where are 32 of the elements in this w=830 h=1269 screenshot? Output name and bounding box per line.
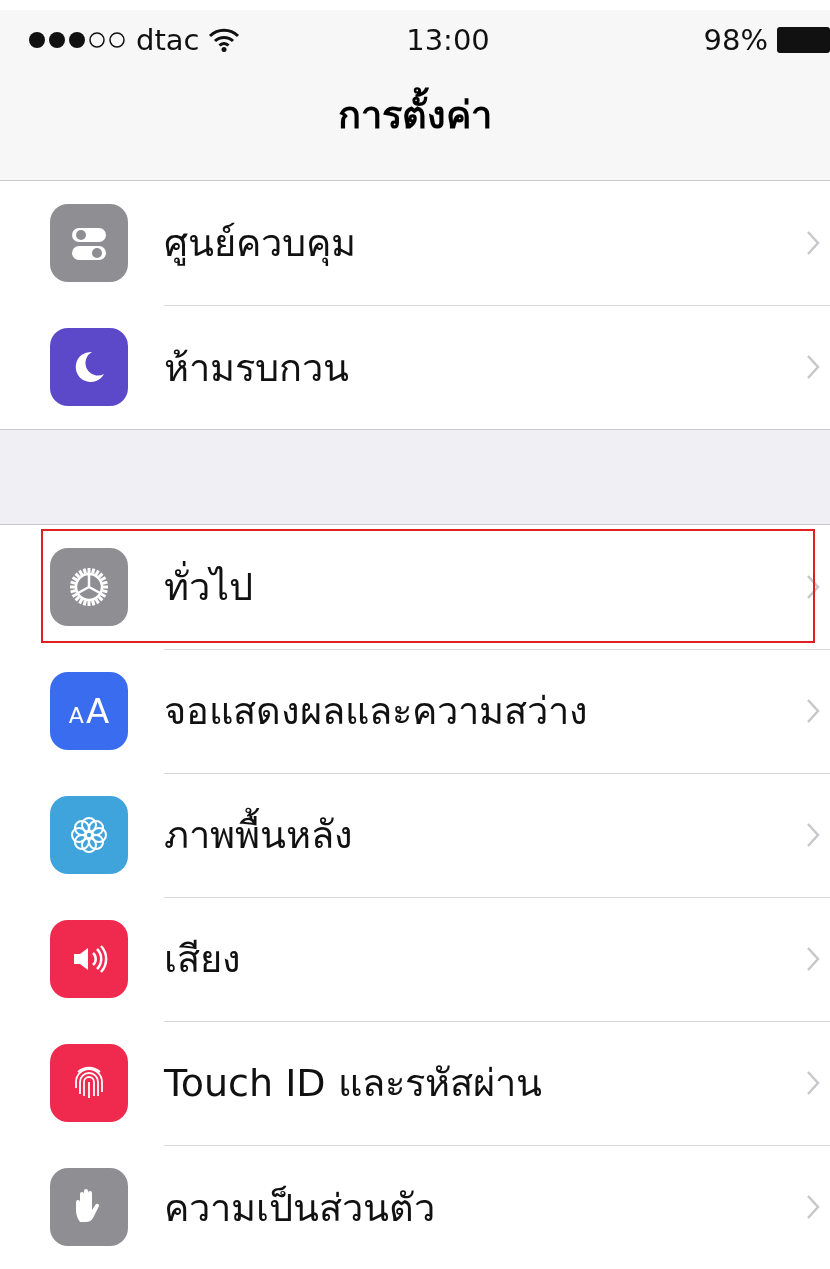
- row-label: ความเป็นส่วนตัว: [164, 1184, 436, 1232]
- settings-row[interactable]: เสียง: [0, 897, 830, 1021]
- chevron-icon: [806, 573, 820, 600]
- settings-row[interactable]: ภาพพื้นหลัง: [0, 773, 830, 897]
- row-label: ห้ามรบกวน: [164, 344, 350, 392]
- battery-icon: [776, 26, 830, 54]
- settings-row[interactable]: ห้ามรบกวน: [0, 305, 830, 429]
- chevron-icon: [806, 354, 820, 380]
- battery-percent: 98%: [703, 23, 768, 57]
- chevron-icon: [806, 229, 820, 256]
- row-label: ภาพพื้นหลัง: [164, 804, 806, 865]
- row-label: ศูนย์ควบคุม: [164, 220, 357, 268]
- chevron-icon: [806, 821, 820, 848]
- settings-row[interactable]: ศูนย์ควบคุม: [0, 181, 830, 305]
- clock-time: 13:00: [405, 23, 491, 57]
- settings-row[interactable]: ความเป็นส่วนตัว: [0, 1145, 830, 1269]
- settings-row[interactable]: ทั่วไป: [0, 525, 830, 649]
- text-size-icon: AA: [50, 672, 128, 750]
- row-label: ทั่วไป: [164, 556, 806, 617]
- chevron-icon: [806, 1069, 820, 1096]
- settings-row[interactable]: Touch ID และรหัสผ่าน: [0, 1021, 830, 1145]
- row-label: จอแสดงผลและความสว่าง: [164, 688, 589, 735]
- settings-row[interactable]: AA จอแสดงผลและความสว่าง: [0, 649, 830, 773]
- carrier-name: dtac: [136, 23, 200, 57]
- screen-title: การตั้งค่า: [0, 70, 830, 180]
- signal-icon: [28, 30, 128, 50]
- row-label: Touch ID และรหัสผ่าน: [164, 1060, 543, 1107]
- chevron-icon: [806, 697, 820, 724]
- wifi-icon: [207, 28, 240, 52]
- chevron-icon: [806, 1194, 820, 1220]
- row-label: เสียง: [164, 936, 242, 983]
- chevron-icon: [806, 945, 820, 972]
